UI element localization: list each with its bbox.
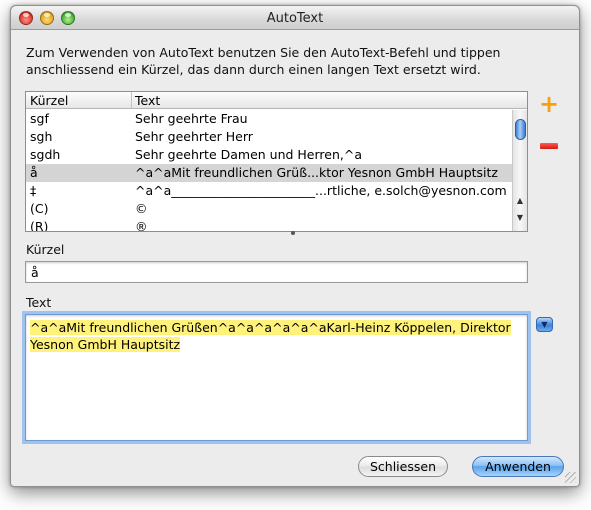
row-shortcut: sgdh — [30, 147, 61, 162]
scroll-up-arrow-icon[interactable]: ▲ — [513, 196, 527, 205]
row-text: Sehr geehrte Damen und Herren,^a — [135, 147, 362, 162]
table-row-selected[interactable]: å ^a^aMit freundlichen Grüß...ktor Yesno… — [26, 164, 513, 182]
resize-grip-icon[interactable] — [565, 472, 576, 483]
table-row[interactable]: sgf Sehr geehrte Frau — [26, 110, 513, 128]
close-button[interactable]: Schliessen — [358, 456, 448, 477]
autotext-window: AutoText Zum Verwenden von AutoText benu… — [10, 5, 580, 487]
row-text: Sehr geehrte Frau — [135, 111, 248, 126]
row-shortcut: å — [30, 165, 38, 180]
column-header-shortcut[interactable]: Kürzel — [30, 93, 68, 108]
row-shortcut: (R) — [30, 219, 49, 231]
row-text: ^a^aMit freundlichen Grüß...ktor Yesnon … — [135, 165, 498, 180]
table-row[interactable]: ‡ ^a^a_______________________...rtliche,… — [26, 182, 513, 200]
window-title: AutoText — [266, 11, 324, 26]
text-line: ^a^aMit freundlichen Grüßen^a^a^a^a^a^aK… — [30, 320, 511, 335]
apply-button[interactable]: Anwenden — [472, 456, 564, 477]
row-text: ® — [135, 219, 148, 231]
scroll-down-arrow-icon[interactable]: ▼ — [513, 213, 527, 222]
description-text: Zum Verwenden von AutoText benutzen Sie … — [26, 45, 501, 77]
chevron-down-icon[interactable]: ▼ — [536, 317, 553, 332]
row-shortcut: ‡ — [30, 183, 37, 198]
row-shortcut: (C) — [30, 201, 49, 216]
table-rows: sgf Sehr geehrte Frau sgh Sehr geehrter … — [26, 110, 513, 231]
table-scrollbar[interactable]: ▲ ▼ — [512, 110, 527, 231]
row-text: © — [135, 201, 148, 216]
table-row[interactable]: (R) ® — [26, 218, 513, 231]
scrollbar-thumb[interactable] — [515, 119, 526, 140]
column-header-text[interactable]: Text — [135, 93, 160, 108]
row-text: Sehr geehrter Herr — [135, 129, 253, 144]
table-row[interactable]: sgdh Sehr geehrte Damen und Herren,^a — [26, 146, 513, 164]
title-bar[interactable]: AutoText — [11, 6, 579, 30]
autotext-table[interactable]: Kürzel Text sgf Sehr geehrte Frau sgh Se… — [25, 91, 528, 232]
text-editor[interactable]: ^a^aMit freundlichen Grüßen^a^a^a^a^a^aK… — [25, 314, 528, 441]
table-header: Kürzel Text — [26, 92, 527, 109]
plus-icon[interactable]: + — [539, 92, 559, 116]
shortcut-label: Kürzel — [26, 242, 65, 257]
text-line: Yesnon GmbH Hauptsitz — [30, 337, 181, 352]
splitter-handle[interactable] — [291, 231, 295, 235]
row-shortcut: sgf — [30, 111, 49, 126]
table-row[interactable]: (C) © — [26, 200, 513, 218]
text-label: Text — [26, 295, 52, 310]
minus-icon[interactable] — [540, 143, 558, 149]
column-divider[interactable] — [131, 92, 132, 109]
row-text: ^a^a_______________________...rtliche, e… — [135, 183, 507, 198]
row-shortcut: sgh — [30, 129, 53, 144]
table-row[interactable]: sgh Sehr geehrter Herr — [26, 128, 513, 146]
shortcut-input[interactable]: å — [25, 261, 528, 283]
